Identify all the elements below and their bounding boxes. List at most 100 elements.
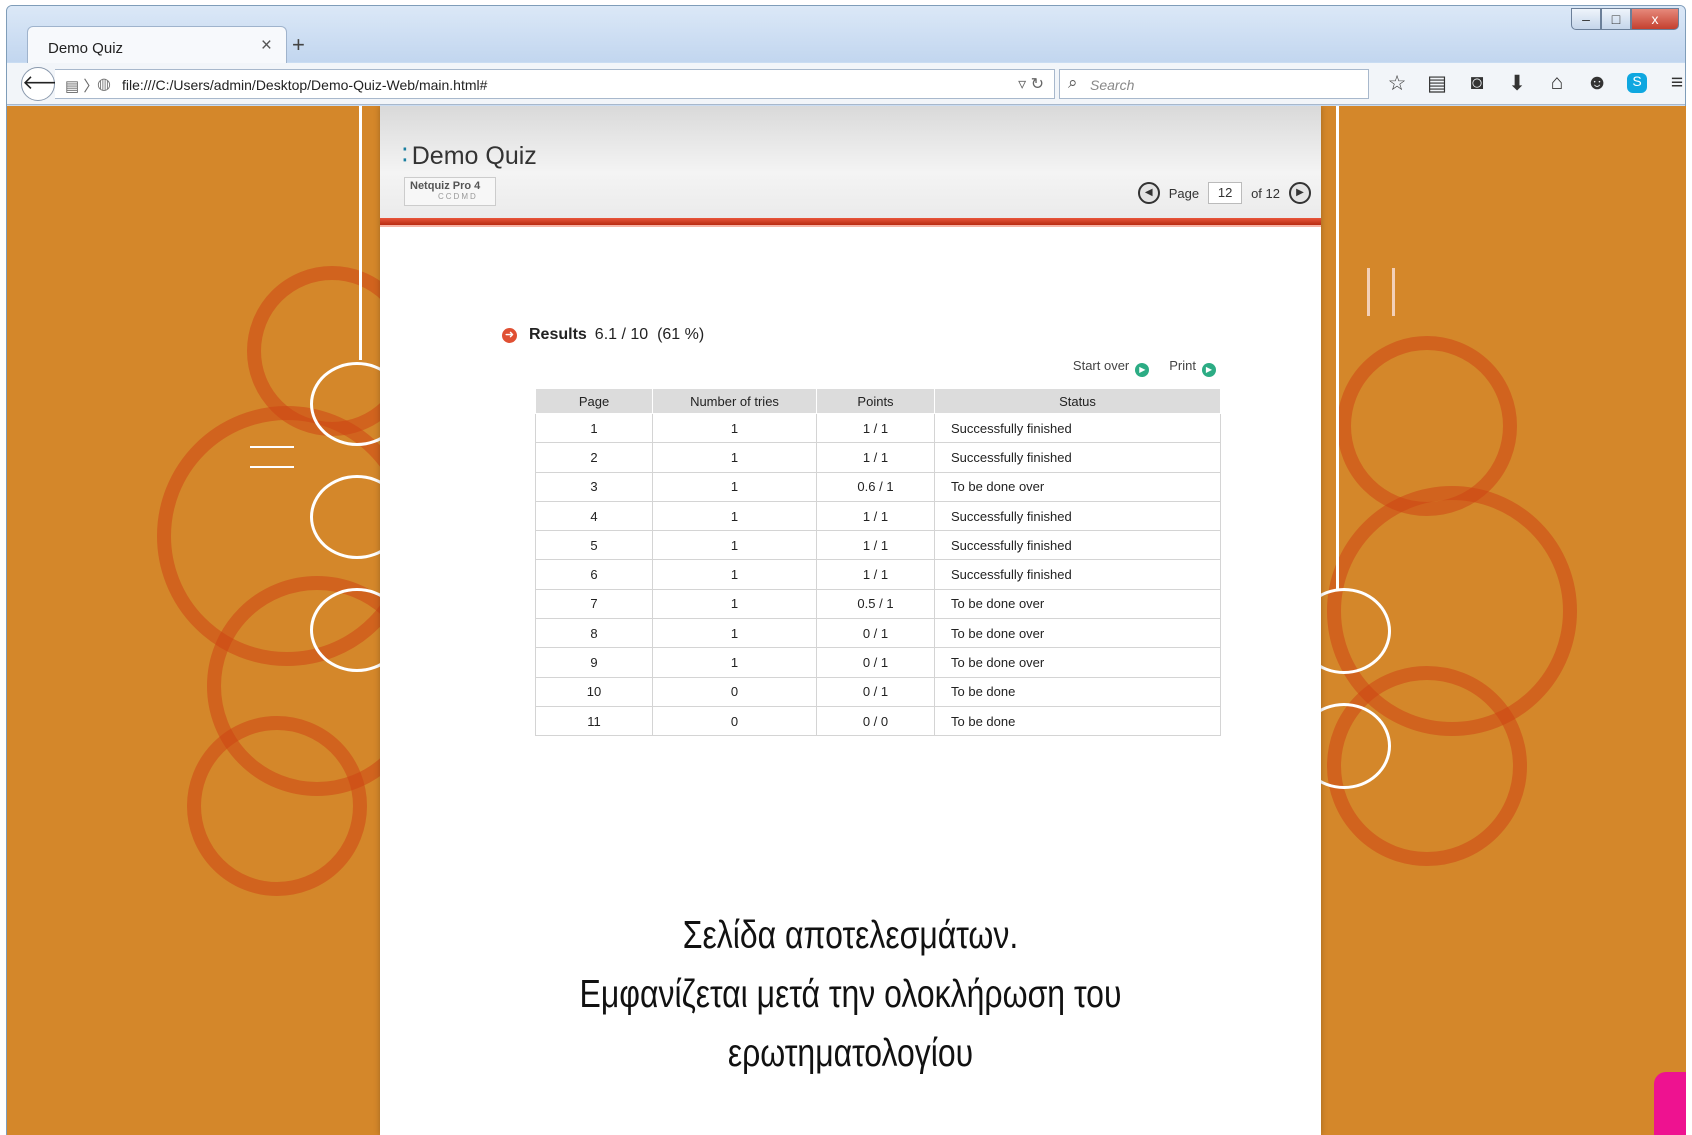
results-label: Results [529,326,587,343]
title-marker-icon: ⁚ [402,145,408,165]
header-divider [380,218,1321,227]
table-cell: 1 / 1 [816,530,935,561]
table-cell: 1 [652,618,817,649]
search-input[interactable]: ⌕ Search [1059,69,1369,99]
table-cell: 4 [535,500,653,532]
search-icon: ⌕ [1068,73,1078,92]
table-cell: 0 [652,676,817,707]
table-row: 111 / 1 Successfully finished [535,412,1221,444]
table-row: 10 0 0 / 1 To be done [535,676,1221,707]
table-cell: 2 [535,442,653,473]
download-icon[interactable]: ⬇ [1497,71,1537,96]
new-tab-button[interactable]: + [292,32,305,58]
page-title: ⁚ Demo Quiz [402,142,537,170]
quiz-panel: ⁚ Demo Quiz Netquiz Pro 4 CCDMD ◀ Page 12 … [380,106,1321,1135]
table-cell: 1 / 1 [816,442,935,473]
table-cell: 7 [535,588,653,620]
table-row: 3 1 0.6 / 1 To be done over [535,471,1221,502]
table-cell: 0.6 / 1 [816,471,935,502]
table-row: 611 / 1 Successfully finished [535,559,1221,590]
table-cell: 1 [652,442,817,473]
close-window-button[interactable]: x [1631,8,1679,30]
table-cell: 1 / 1 [816,412,935,444]
address-bar[interactable]: ▤ 〉 ◍ file:///C:/Users/admin/Desktop/Dem… [55,69,1055,99]
start-over-button[interactable]: Start over ▶ [1073,358,1150,377]
table-cell: 1 [652,412,817,444]
decorative-bars [1367,268,1395,316]
table-cell: 6 [535,559,653,590]
table-cell: 1 [652,500,817,532]
column-header: Status [934,388,1221,414]
table-cell: 8 [535,618,653,649]
table-cell: To be done [934,676,1221,707]
chat-icon[interactable]: ☻ [1577,71,1617,96]
table-cell: Successfully finished [934,442,1221,473]
table-cell: 1 [652,559,817,590]
table-cell: 0.5 / 1 [816,588,935,620]
table-cell: To be done over [934,618,1221,649]
table-cell: To be done [934,705,1221,737]
page-background: ⁚ Demo Quiz Netquiz Pro 4 CCDMD ◀ Page 12 … [7,106,1686,1135]
page-number-input[interactable]: 12 [1208,182,1243,204]
table-cell: 10 [535,676,653,707]
page-navigator: ◀ Page 12 of 12 ▶ [1137,182,1311,204]
reading-list-icon[interactable]: ▤ [1417,71,1457,96]
decorative-line [359,106,362,360]
table-cell: 5 [535,530,653,561]
results-table: Page Number of tries Points Status 111 /… [535,388,1221,737]
page-total: of 12 [1251,185,1280,201]
table-cell: To be done over [934,588,1221,620]
table-cell: To be done over [934,471,1221,502]
play-icon: ▶ [1135,363,1150,377]
page-list-icon[interactable]: ▤ 〉 [65,75,98,96]
quiz-header: ⁚ Demo Quiz Netquiz Pro 4 CCDMD ◀ Page 12 … [380,106,1321,227]
table-cell: Successfully finished [934,500,1221,532]
table-header-row: Page Number of tries Points Status [535,388,1221,414]
table-cell: 3 [535,471,653,502]
table-cell: 0 [652,705,817,737]
corner-tab [1654,1072,1686,1135]
column-header: Number of tries [652,388,817,414]
reload-icon[interactable]: ▿ ↻ [1018,74,1044,94]
home-icon[interactable]: ⌂ [1537,71,1577,96]
table-cell: 1 / 1 [816,559,935,590]
table-cell: 1 [652,471,817,502]
minimize-button[interactable]: – [1571,8,1601,30]
table-cell: Successfully finished [934,559,1221,590]
page-label: Page [1168,185,1200,201]
next-page-button[interactable]: ▶ [1289,182,1311,204]
navigation-bar: 🡐 ▤ 〉 ◍ file:///C:/Users/admin/Desktop/D… [7,63,1685,105]
column-header: Points [816,388,935,414]
skype-icon[interactable]: S [1627,73,1647,93]
table-row: 511 / 1 Successfully finished [535,530,1221,561]
table-row: 910 / 1 To be done over [535,647,1221,678]
table-cell: 0 / 1 [816,647,935,678]
caption: Σελίδα αποτελεσμάτων. Εμφανίζεται μετά τ… [465,906,1237,1083]
search-placeholder: Search [1090,77,1135,93]
bookmark-star-icon[interactable]: ☆ [1377,71,1417,96]
previous-page-button[interactable]: ◀ [1137,182,1160,204]
window-controls: – □ x [1571,8,1679,30]
browser-tab[interactable]: Demo Quiz × [27,26,287,64]
play-icon: ▶ [1202,363,1216,377]
table-row: 11 0 0 / 0 To be done [535,705,1221,737]
pocket-icon[interactable]: ◙ [1457,71,1497,96]
netquiz-logo: Netquiz Pro 4 CCDMD [404,177,496,206]
print-button[interactable]: Print ▶ [1169,358,1216,377]
url-text[interactable]: file:///C:/Users/admin/Desktop/Demo-Quiz… [122,77,487,93]
table-cell: 11 [535,705,653,737]
arrow-right-icon: ➜ [502,327,517,343]
table-row: 7 1 0.5 / 1 To be done over [535,588,1221,620]
tab-close-icon[interactable]: × [261,35,272,57]
results-actions: Start over ▶ Print ▶ [1073,358,1216,377]
decorative-lines [250,446,294,468]
maximize-button[interactable]: □ [1601,8,1631,30]
menu-icon[interactable]: ≡ [1657,71,1685,96]
caption-line: Εμφανίζεται μετά την ολοκλήρωση του ερωτ… [579,973,1122,1075]
table-cell: 0 / 1 [816,618,935,649]
tab-title: Demo Quiz [48,40,124,57]
table-cell: 0 / 1 [816,676,935,707]
table-row: 411 / 1 Successfully finished [535,500,1221,532]
back-arrow-icon[interactable]: 🡐 [21,67,76,101]
table-cell: To be done over [934,647,1221,678]
